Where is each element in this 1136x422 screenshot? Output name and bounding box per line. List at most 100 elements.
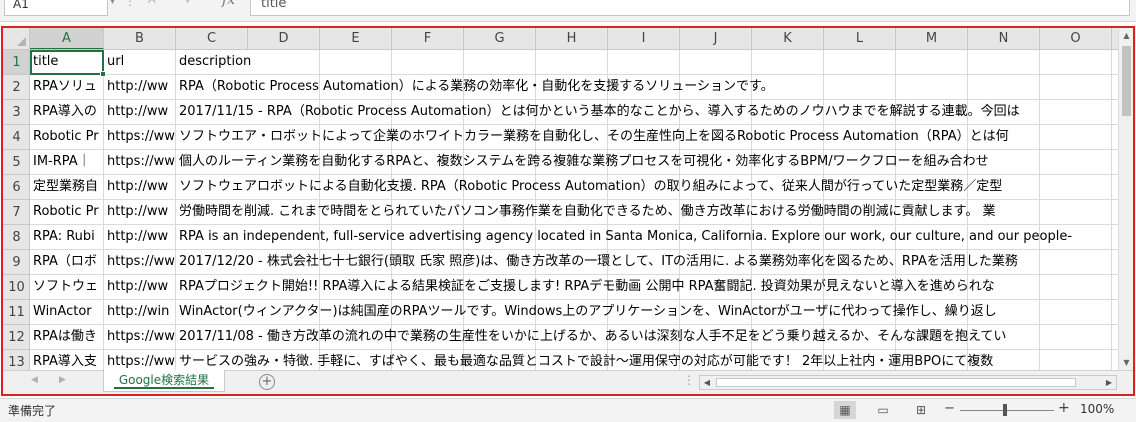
cell-b7[interactable]: http://ww (104, 200, 176, 225)
zoom-slider[interactable] (960, 410, 1054, 411)
zoom-slider-knob[interactable] (1003, 404, 1007, 416)
cell-b8[interactable]: http://ww (104, 225, 176, 250)
function-icon[interactable]: fx (222, 0, 235, 8)
row-header-6[interactable]: 6 (3, 175, 29, 200)
cell-b13[interactable]: https://ww (104, 350, 176, 370)
select-all-button[interactable] (3, 28, 30, 50)
cell-b10[interactable]: http://ww (104, 275, 176, 300)
cell-a12[interactable]: RPAは働き (30, 325, 104, 350)
column-header-j[interactable]: J (680, 28, 752, 49)
cell-b11[interactable]: http://win (104, 300, 176, 325)
row-header-4[interactable]: 4 (3, 125, 29, 150)
fill-handle[interactable] (100, 71, 106, 77)
vertical-scroll-thumb[interactable] (1122, 46, 1131, 116)
cell-a5[interactable]: IM-RPA｜ (30, 150, 104, 175)
cell-c9[interactable]: 2017/12/20 - 株式会社七十七銀行(頭取 氏家 照彦)は、働き方改革の… (176, 250, 1118, 275)
cell-c12[interactable]: 2017/11/08 - 働き方改革の流れの中で業務の生産性をいかに上げるか、あ… (176, 325, 1118, 350)
cell-a8[interactable]: RPA: Rubi (30, 225, 104, 250)
tab-scroll-left-icon[interactable]: ◀ (31, 375, 38, 385)
cell-b6[interactable]: http://ww (104, 175, 176, 200)
cell-c7[interactable]: 労働時間を削減. これまで時間をとられていたパソコン事務作業を自動化できるため、… (176, 200, 1118, 225)
cell-a4[interactable]: Robotic Pr (30, 125, 104, 150)
cell-b3[interactable]: http://ww (104, 100, 176, 125)
column-header-b[interactable]: B (104, 28, 176, 49)
cell-a11[interactable]: WinActor (30, 300, 104, 325)
cell-b9[interactable]: https://ww (104, 250, 176, 275)
cell-b2[interactable]: http://ww (104, 75, 176, 100)
column-header-g[interactable]: G (464, 28, 536, 49)
row-header-13[interactable]: 13 (3, 350, 29, 370)
table-row: ソフトウェ http://ww RPAプロジェクト開始!! RPA導入による結果検証… (30, 275, 1118, 300)
cell-a7[interactable]: Robotic Pr (30, 200, 104, 225)
horizontal-scrollbar[interactable]: ◀ ▶ (699, 375, 1117, 390)
cell-c8[interactable]: RPA is an independent, full-service adve… (176, 225, 1118, 250)
scroll-down-icon[interactable]: ▼ (1119, 355, 1133, 370)
cell-b5[interactable]: https://ww (104, 150, 176, 175)
row-header-11[interactable]: 11 (3, 300, 29, 325)
cell-c4[interactable]: ソフトウエア・ロボットによって企業のホワイトカラー業務を自動化し、その生産性向上… (176, 125, 1118, 150)
zoom-in-icon[interactable]: + (1058, 400, 1070, 416)
cell-c5[interactable]: 個人のルーティン業務を自動化するRPAと、複数システムを跨る複雑な業務プロセスを… (176, 150, 1118, 175)
cell-a9[interactable]: RPA（ロボ (30, 250, 104, 275)
cell-b12[interactable]: https://ww (104, 325, 176, 350)
cell-a10[interactable]: ソフトウェ (30, 275, 104, 300)
status-text: 準備完了 (8, 404, 57, 418)
cell-c2[interactable]: RPA（Robotic Process Automation）による業務の効率化… (176, 75, 1118, 100)
cell-c13[interactable]: サービスの強み・特徴. 手軽に、すばやく、最も最適な品質とコストで設計～運用保守… (176, 350, 1118, 370)
column-header-o[interactable]: O (1040, 28, 1112, 49)
cell-a2[interactable]: RPAソリュ (30, 75, 104, 100)
row-header-8[interactable]: 8 (3, 225, 29, 250)
column-header-k[interactable]: K (752, 28, 824, 49)
row-header-5[interactable]: 5 (3, 150, 29, 175)
sheet-tab-google-results[interactable]: Google検索結果 (103, 370, 225, 392)
column-header-l[interactable]: L (824, 28, 896, 49)
column-header-c[interactable]: C (176, 28, 248, 49)
column-header-i[interactable]: I (608, 28, 680, 49)
cell-c1[interactable]: description (176, 50, 1118, 75)
column-header-n[interactable]: N (968, 28, 1040, 49)
column-header-m[interactable]: M (896, 28, 968, 49)
scroll-left-icon[interactable]: ◀ (700, 376, 714, 389)
cancel-icon[interactable]: ✕ (146, 0, 158, 8)
row-header-7[interactable]: 7 (3, 200, 29, 225)
cell-b1[interactable]: url (104, 50, 176, 75)
row-header-12[interactable]: 12 (3, 325, 29, 350)
horizontal-scroll-thumb[interactable] (716, 378, 1076, 387)
page-layout-view-icon[interactable]: ▭ (872, 401, 894, 419)
column-header-d[interactable]: D (248, 28, 320, 49)
cell-c11[interactable]: WinActor(ウィンアクター)は純国産のRPAツールです。Windows上の… (176, 300, 1118, 325)
page-break-view-icon[interactable]: ⊞ (910, 401, 932, 419)
cell-b4[interactable]: https://ww (104, 125, 176, 150)
cell-a3[interactable]: RPA導入の (30, 100, 104, 125)
column-header-a[interactable]: A (30, 28, 104, 49)
row-header-10[interactable]: 10 (3, 275, 29, 300)
column-header-e[interactable]: E (320, 28, 392, 49)
cell-a1[interactable]: title (30, 50, 104, 75)
vertical-scrollbar[interactable]: ▲ ▼ (1118, 28, 1133, 370)
cell-a13[interactable]: RPA導入支 (30, 350, 104, 370)
row-header-3[interactable]: 3 (3, 100, 29, 125)
row-header-1[interactable]: 1 (3, 50, 29, 75)
row-header-2[interactable]: 2 (3, 75, 29, 100)
scroll-right-icon[interactable]: ▶ (1102, 376, 1116, 389)
zoom-level[interactable]: 100% (1080, 402, 1114, 416)
cell-a6[interactable]: 定型業務自 (30, 175, 104, 200)
column-header-h[interactable]: H (536, 28, 608, 49)
cell-c6[interactable]: ソフトウェアロボットによる自動化支援. RPA（Robotic Process … (176, 175, 1118, 200)
enter-icon[interactable]: ✓ (184, 0, 196, 8)
tab-split-handle-icon[interactable]: ⋮ (683, 373, 696, 387)
row-header-9[interactable]: 9 (3, 250, 29, 275)
cell-c10[interactable]: RPAプロジェクト開始!! RPA導入による結果検証をご支援します! RPAデモ… (176, 275, 1118, 300)
normal-view-icon[interactable]: ▦ (834, 401, 856, 419)
column-header-f[interactable]: F (392, 28, 464, 49)
add-sheet-icon[interactable]: + (259, 374, 275, 390)
zoom-out-icon[interactable]: − (944, 401, 955, 416)
formula-bar-separator: ⋮ (124, 0, 136, 8)
scroll-up-icon[interactable]: ▲ (1119, 28, 1133, 43)
formula-input[interactable]: title (250, 0, 1130, 16)
cell-c3[interactable]: 2017/11/15 - RPA（Robotic Process Automat… (176, 100, 1118, 125)
name-box-dropdown-icon[interactable]: ▾ (110, 0, 115, 7)
name-box[interactable]: A1 (4, 0, 108, 16)
table-row: WinActor http://win WinActor(ウィンアクター)は純国産の… (30, 300, 1118, 325)
tab-scroll-right-icon[interactable]: ▶ (59, 375, 66, 385)
